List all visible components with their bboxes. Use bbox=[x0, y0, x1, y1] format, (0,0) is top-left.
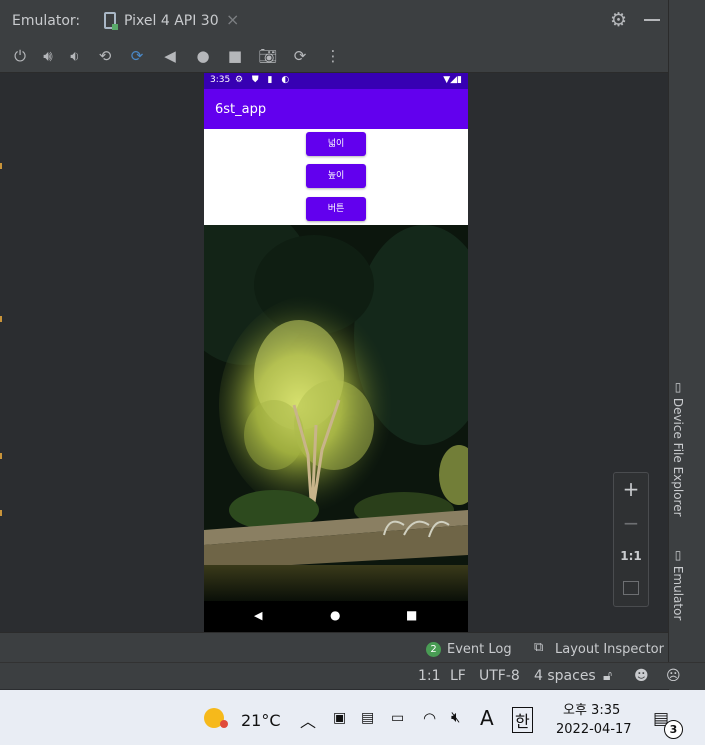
home-icon[interactable]: ● bbox=[193, 46, 213, 66]
notification-count-badge: 3 bbox=[664, 720, 683, 739]
gear-icon[interactable]: ⚙ bbox=[610, 9, 627, 31]
snapshot-icon[interactable]: ⟳ bbox=[290, 46, 310, 66]
gutter-marker bbox=[0, 316, 2, 322]
side-tab-label: Emulator bbox=[671, 565, 685, 621]
overview-icon[interactable]: ■ bbox=[225, 46, 245, 66]
frown-icon[interactable]: ☹ bbox=[666, 668, 681, 684]
fit-screen-icon[interactable] bbox=[623, 581, 639, 595]
phone-icon: ▯ bbox=[671, 380, 685, 398]
weather-alert-icon bbox=[220, 720, 228, 728]
ime-mode[interactable]: A bbox=[480, 706, 494, 730]
indent-setting[interactable]: 4 spaces bbox=[534, 668, 596, 684]
nav-back-icon[interactable]: ◀ bbox=[254, 609, 262, 622]
volume-muted-icon[interactable]: 🔇︎ bbox=[451, 708, 460, 726]
gutter-marker bbox=[0, 163, 2, 169]
emulator-toolbar: ⏻ 🔊︎ 🔉︎ ⟲ ⟳ ◀ ● ■ 📷︎ ⟳ ⋮ bbox=[0, 40, 705, 73]
line-separator[interactable]: LF bbox=[450, 668, 466, 684]
tab-device-file-explorer[interactable]: ▯ Device File Explorer bbox=[671, 380, 685, 517]
side-tab-label: Device File Explorer bbox=[671, 397, 685, 517]
file-encoding[interactable]: UTF-8 bbox=[479, 668, 520, 684]
tree-image bbox=[204, 225, 468, 601]
tool-window-bar: 2 Event Log ⧉ Layout Inspector bbox=[0, 632, 668, 663]
ime-language[interactable]: 한 bbox=[512, 707, 533, 733]
width-button[interactable]: 넓이 bbox=[306, 132, 366, 156]
back-icon[interactable]: ◀ bbox=[160, 46, 180, 66]
gutter-marker bbox=[0, 453, 2, 459]
event-log-badge: 2 bbox=[426, 642, 441, 657]
clock-time[interactable]: 오후 3:35 bbox=[563, 699, 620, 718]
volume-down-icon[interactable]: 🔉︎ bbox=[65, 46, 85, 66]
nav-overview-icon[interactable]: ■ bbox=[406, 608, 417, 622]
actual-size-button[interactable]: 1:1 bbox=[614, 549, 648, 563]
zoom-in-icon[interactable]: + bbox=[614, 477, 648, 501]
android-status-bar: 3:35 ⚙ ⛊ ▮ ◐ ▼◢▮ bbox=[204, 73, 468, 89]
layout-inspector-icon: ⧉ bbox=[534, 640, 544, 655]
rotate-left-icon[interactable]: ⟲ bbox=[95, 46, 115, 66]
minimize-icon[interactable] bbox=[644, 19, 660, 21]
gutter-marker bbox=[0, 510, 2, 516]
battery-icon[interactable]: ▭ bbox=[391, 710, 404, 726]
caret-position[interactable]: 1:1 bbox=[418, 668, 441, 684]
camera-tray-icon[interactable]: ▣ bbox=[333, 710, 346, 726]
app-title: 6st_app bbox=[215, 102, 267, 117]
event-log-button[interactable]: Event Log bbox=[447, 642, 512, 657]
tab-emulator[interactable]: ▯ Emulator bbox=[671, 548, 685, 620]
tree-photo bbox=[204, 225, 468, 601]
nav-home-icon[interactable]: ● bbox=[330, 608, 340, 622]
windows-taskbar: 21°C ︿ ▣ ▤ ▭ ◠ 🔇︎ A 한 오후 3:35 2022-04-17… bbox=[0, 690, 705, 745]
smile-icon[interactable]: ☻ bbox=[634, 668, 649, 684]
zoom-out-icon[interactable]: − bbox=[614, 511, 648, 535]
emulator-label: Emulator: bbox=[12, 13, 81, 29]
clock-date[interactable]: 2022-04-17 bbox=[556, 722, 632, 737]
lock-icon[interactable]: 🔓︎ bbox=[603, 668, 612, 684]
signal-battery-icon: ▼◢▮ bbox=[443, 75, 462, 85]
layout-inspector-button[interactable]: Layout Inspector bbox=[555, 642, 664, 657]
emulator-title-bar: Emulator: Pixel 4 API 30 × ⚙ bbox=[0, 0, 705, 42]
emulator-icon: ▯ bbox=[671, 548, 685, 566]
android-nav-bar: ◀ ● ■ bbox=[204, 601, 468, 632]
wifi-icon[interactable]: ◠ bbox=[423, 709, 436, 727]
device-tab-label: Pixel 4 API 30 bbox=[124, 13, 219, 29]
app-bar: 6st_app bbox=[204, 89, 468, 129]
camera-icon[interactable]: 📷︎ bbox=[258, 46, 278, 66]
status-time: 3:35 bbox=[210, 75, 231, 85]
rotate-right-icon[interactable]: ⟳ bbox=[127, 46, 147, 66]
close-icon[interactable]: × bbox=[226, 10, 239, 29]
tab-device[interactable]: Pixel 4 API 30 × bbox=[86, 0, 250, 42]
zoom-panel: + − 1:1 bbox=[613, 472, 649, 607]
more-icon[interactable]: ⋮ bbox=[323, 46, 343, 66]
chevron-up-icon[interactable]: ︿ bbox=[300, 708, 316, 732]
phone-screen[interactable]: 3:35 ⚙ ⛊ ▮ ◐ ▼◢▮ 6st_app 넓이 높이 버튼 ◀ ● ■ bbox=[204, 73, 468, 632]
temperature[interactable]: 21°C bbox=[241, 711, 281, 730]
device-icon bbox=[104, 12, 118, 30]
volume-up-icon[interactable]: 🔊︎ bbox=[38, 46, 58, 66]
notification-icons: ⚙ ⛊ ▮ ◐ bbox=[235, 75, 293, 85]
display-tray-icon[interactable]: ▤ bbox=[361, 710, 374, 726]
generic-button[interactable]: 버튼 bbox=[306, 197, 366, 221]
ide-status-bar: 1:1 LF UTF-8 4 spaces 🔓︎ ☻ ☹ bbox=[0, 662, 705, 689]
height-button[interactable]: 높이 bbox=[306, 164, 366, 188]
power-icon[interactable]: ⏻ bbox=[10, 46, 30, 66]
